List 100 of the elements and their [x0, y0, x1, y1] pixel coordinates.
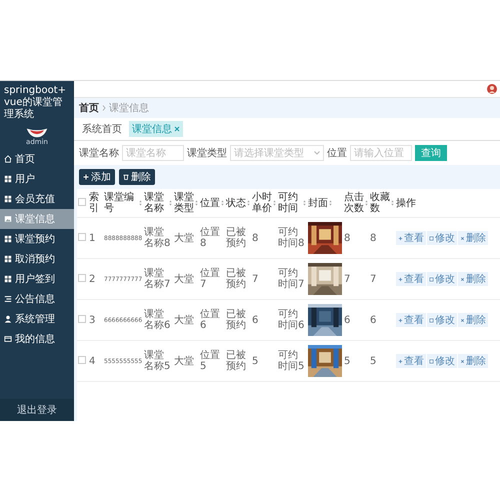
grid-icon: [4, 175, 12, 183]
table-cell: 课堂名称8: [144, 227, 170, 249]
table-cell: 已被预约: [226, 227, 246, 249]
plus-icon: [398, 318, 403, 322]
chevron-icon: [102, 105, 106, 111]
table-cell: 可约时间7: [278, 268, 304, 290]
column-header[interactable]: 位置: [200, 198, 220, 208]
plus-icon: [398, 358, 403, 364]
column-header[interactable]: 封面: [308, 198, 328, 208]
close-icon: [460, 236, 465, 240]
close-icon[interactable]: [174, 126, 180, 132]
field-label: 课堂类型: [187, 146, 227, 160]
action-button[interactable]: 删除: [119, 169, 155, 185]
column-header[interactable]: 课堂类型: [174, 192, 194, 214]
grid-icon: [4, 235, 12, 243]
table-cell: 大堂: [174, 356, 194, 366]
column-header[interactable]: 索引: [89, 192, 102, 214]
sort-icon[interactable]: [139, 200, 142, 206]
sort-icon[interactable]: [169, 200, 172, 206]
sort-icon[interactable]: [329, 200, 332, 206]
menu-item[interactable]: 公告信息: [0, 289, 74, 309]
menu-item[interactable]: 用户签到: [0, 269, 74, 289]
search-field[interactable]: 课堂名称: [122, 145, 184, 161]
row-checkbox[interactable]: [78, 232, 86, 240]
home-icon: [4, 155, 12, 163]
menu-item[interactable]: 课堂预约: [0, 229, 74, 249]
table-cell: 位置5: [200, 350, 220, 372]
menu-item[interactable]: 系统管理: [0, 309, 74, 329]
table-cell: 8: [252, 232, 258, 244]
column-header[interactable]: 课堂名称: [144, 192, 168, 214]
select-all-checkbox[interactable]: [78, 198, 86, 206]
row-checkbox[interactable]: [78, 274, 86, 282]
caret-icon: [314, 151, 320, 155]
menu-item[interactable]: 用户: [0, 169, 74, 189]
menu-item[interactable]: 首页: [0, 149, 74, 169]
column-header[interactable]: 操作: [396, 198, 416, 208]
table-cell: 7: [370, 274, 376, 284]
plus-icon: [398, 236, 403, 240]
app-title: springboot+vue的课堂管理系统: [3, 84, 68, 122]
image-icon: [4, 215, 12, 223]
table-cell: 8: [344, 232, 350, 244]
table-cell: 6: [370, 314, 376, 326]
table-cell: 已被预约: [226, 350, 246, 372]
logout-link[interactable]: 退出登录: [0, 399, 74, 421]
breadcrumb-link[interactable]: 首页: [79, 101, 99, 115]
table-cell: 大堂: [174, 274, 194, 284]
table-cell: 可约时间8: [278, 227, 304, 249]
table-cell: 8: [370, 232, 376, 244]
column-header[interactable]: 可约时间: [278, 192, 302, 214]
close-icon: [460, 318, 465, 322]
edit-icon: [429, 236, 434, 240]
sort-icon[interactable]: [221, 200, 224, 206]
menu-item[interactable]: 会员充值: [0, 189, 74, 209]
plus-icon: [398, 276, 403, 282]
row-checkbox[interactable]: [78, 314, 86, 322]
table-cell: 5: [370, 356, 376, 366]
column-header[interactable]: 收藏数: [370, 192, 390, 214]
edit-icon: [429, 358, 434, 364]
tab[interactable]: 系统首页: [79, 121, 125, 137]
close-icon: [460, 276, 465, 282]
table-cell: 大堂: [174, 314, 194, 326]
table-cell: 位置6: [200, 309, 220, 331]
edit-icon: [429, 276, 434, 282]
table-cell: 位置8: [200, 227, 220, 249]
avatar-icon[interactable]: [487, 84, 497, 94]
table-cell: 6: [344, 314, 350, 326]
avatar-icon: [25, 127, 49, 138]
column-header[interactable]: 点击次数: [344, 192, 364, 214]
sort-icon[interactable]: [365, 200, 368, 206]
sort-icon[interactable]: [195, 200, 198, 206]
table-cell: 大堂: [174, 232, 194, 244]
column-header[interactable]: 课堂编号: [104, 192, 138, 214]
trash-icon: [123, 174, 129, 180]
action-button[interactable]: 添加: [79, 169, 115, 185]
list-icon: [4, 295, 12, 303]
menu-item[interactable]: 我的信息: [0, 329, 74, 349]
close-icon: [460, 358, 465, 364]
edit-icon: [429, 318, 434, 322]
grid-icon: [4, 255, 12, 263]
sort-icon[interactable]: [391, 200, 394, 206]
table-cell: 5: [252, 356, 258, 366]
table-cell: 课堂名称6: [144, 309, 170, 331]
search-field[interactable]: 请输入位置: [350, 145, 412, 161]
column-header[interactable]: 小时单价: [252, 192, 272, 214]
table-cell: 课堂名称7: [144, 268, 170, 290]
table-cell: 已被预约: [226, 309, 246, 331]
table-cell: 位置7: [200, 268, 220, 290]
table-cell: 7: [252, 274, 258, 284]
column-header[interactable]: 状态: [226, 198, 246, 208]
row-checkbox[interactable]: [78, 356, 86, 364]
sort-icon[interactable]: [303, 200, 306, 206]
person-icon: [4, 315, 12, 323]
table-cell: 6: [252, 314, 258, 326]
table-cell: 课堂名称5: [144, 350, 170, 372]
table-cell: 5: [344, 356, 350, 366]
table-cell: 7: [344, 274, 350, 284]
sort-icon[interactable]: [247, 200, 250, 206]
table-cell: 可约时间5: [278, 350, 304, 372]
menu-item[interactable]: 取消预约: [0, 249, 74, 269]
sort-icon[interactable]: [273, 200, 276, 206]
